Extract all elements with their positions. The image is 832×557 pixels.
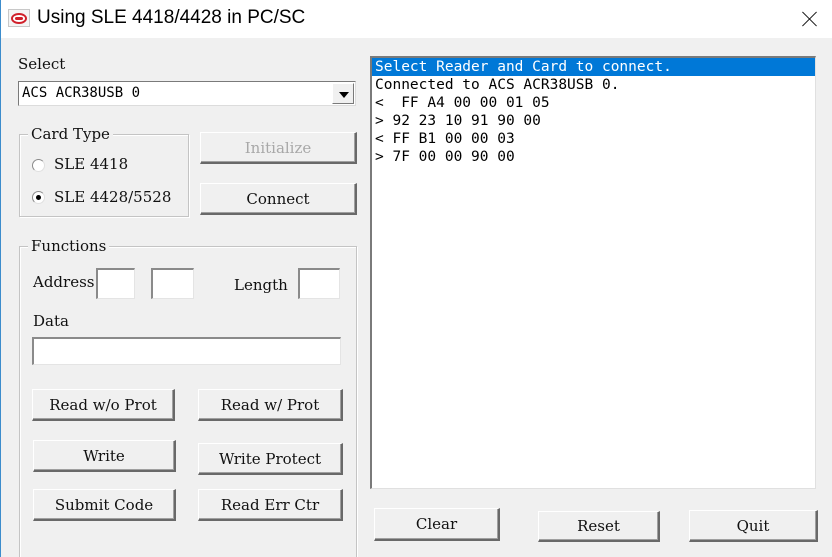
app-window: Using SLE 4418/4428 in PC/SC Select ACS … (0, 0, 832, 557)
log-line[interactable]: Connected to ACS ACR38USB 0. (372, 76, 815, 94)
log-line[interactable]: < FF B1 00 00 03 (372, 130, 815, 148)
log-line[interactable]: > 92 23 10 91 90 00 (372, 112, 815, 130)
initialize-button[interactable]: Initialize (200, 132, 357, 164)
log-line[interactable]: > 7F 00 00 90 00 (372, 148, 815, 166)
data-input[interactable] (32, 337, 341, 365)
window-title: Using SLE 4418/4428 in PC/SC (37, 7, 306, 28)
functions-title: Functions (28, 237, 110, 255)
address-hi-input[interactable] (96, 268, 135, 299)
quit-button[interactable]: Quit (689, 510, 818, 542)
card-type-title: Card Type (28, 125, 113, 143)
address-label: Address: (33, 273, 100, 291)
reset-button[interactable]: Reset (538, 511, 660, 542)
read-without-protection-button[interactable]: Read w/o Prot (32, 389, 175, 421)
log-line[interactable]: Select Reader and Card to connect. (372, 58, 815, 76)
read-error-counter-button[interactable]: Read Err Ctr (198, 489, 343, 521)
address-lo-input[interactable] (151, 268, 194, 299)
radio-sle4418-label[interactable]: SLE 4418 (54, 155, 128, 173)
acs-logo-icon (8, 9, 30, 27)
close-icon[interactable] (787, 0, 832, 38)
submit-code-button[interactable]: Submit Code (33, 489, 176, 521)
read-with-protection-button[interactable]: Read w/ Prot (198, 389, 343, 421)
title-bar: Using SLE 4418/4428 in PC/SC (1, 0, 832, 38)
length-label: Length (234, 276, 288, 294)
write-protect-button[interactable]: Write Protect (198, 443, 343, 475)
data-label: Data (33, 312, 69, 330)
reader-select-value: ACS ACR38USB 0 (22, 85, 141, 101)
radio-sle4428[interactable] (32, 191, 45, 204)
select-label: Select (18, 55, 66, 73)
reader-select[interactable]: ACS ACR38USB 0 (18, 81, 356, 106)
log-line[interactable]: < FF A4 00 00 01 05 (372, 94, 815, 112)
clear-button[interactable]: Clear (374, 508, 500, 541)
connect-button[interactable]: Connect (200, 183, 357, 215)
write-button[interactable]: Write (33, 440, 176, 472)
chevron-down-icon[interactable] (332, 83, 354, 104)
radio-sle4418[interactable] (32, 159, 45, 172)
length-input[interactable] (298, 268, 340, 299)
log-listbox[interactable]: Select Reader and Card to connect. Connec… (370, 56, 816, 489)
radio-sle4428-label[interactable]: SLE 4428/5528 (54, 188, 171, 206)
